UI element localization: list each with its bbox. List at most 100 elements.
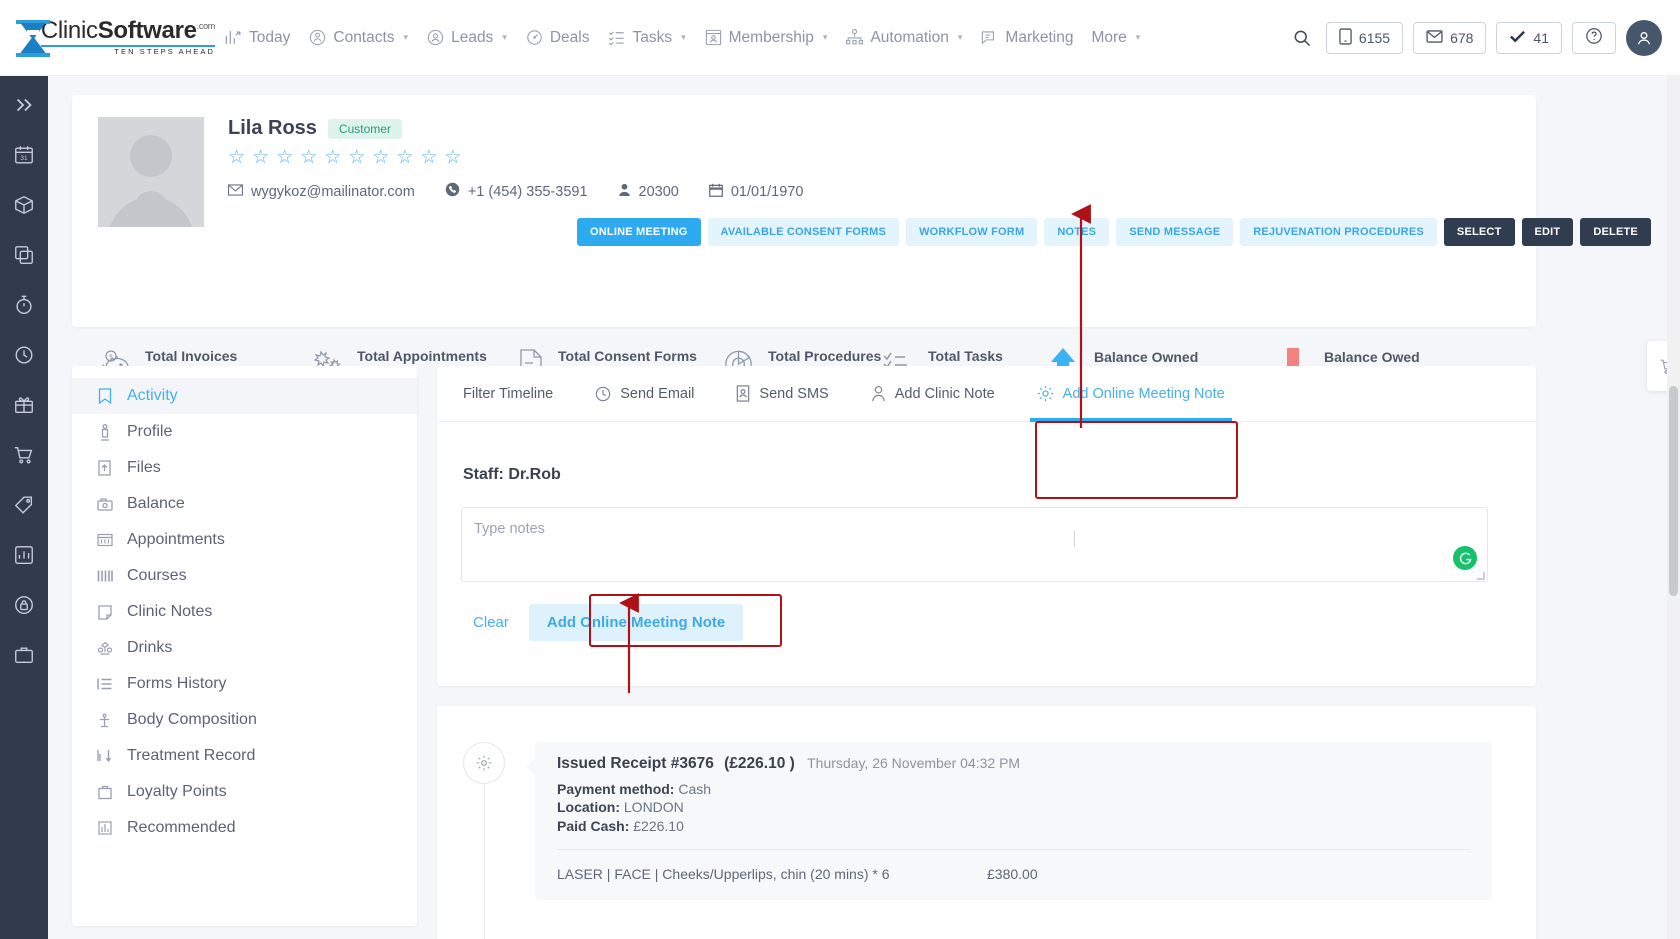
customer-email-text: wygykoz@mailinator.com <box>251 184 415 200</box>
star-icon[interactable]: ☆ <box>228 148 245 167</box>
stat-label: Total Consent Forms <box>558 348 697 364</box>
tag-icon[interactable] <box>7 488 41 522</box>
mobile-icon <box>1339 28 1352 48</box>
sidebar-label: Files <box>127 459 161 477</box>
tab-add-online-meeting-note[interactable]: Add Online Meeting Note <box>1016 366 1246 422</box>
lock-circle-icon[interactable] <box>7 588 41 622</box>
box-icon[interactable] <box>7 188 41 222</box>
rating-stars[interactable]: ☆ ☆ ☆ ☆ ☆ ☆ ☆ ☆ ☆ ☆ <box>228 148 1510 167</box>
sidebar-item-treatment-record[interactable]: Treatment Record <box>72 738 417 774</box>
workflow-form-button[interactable]: WORKFLOW FORM <box>906 218 1037 246</box>
sms-count-pill[interactable]: 6155 <box>1326 22 1403 54</box>
chart-bar-icon[interactable] <box>7 538 41 572</box>
available-consent-forms-button[interactable]: AVAILABLE CONSENT FORMS <box>708 218 900 246</box>
star-icon[interactable]: ☆ <box>396 148 413 167</box>
sidebar-item-drinks[interactable]: Drinks <box>72 630 417 666</box>
text-cursor-icon <box>1074 531 1075 547</box>
history-icon[interactable] <box>7 338 41 372</box>
notes-button[interactable]: NOTES <box>1044 218 1109 246</box>
star-icon[interactable]: ☆ <box>252 148 269 167</box>
nav-item-membership[interactable]: Membership ▾ <box>695 22 837 53</box>
customer-id-text: 20300 <box>639 184 679 200</box>
cart-icon[interactable] <box>7 438 41 472</box>
search-icon[interactable] <box>1288 24 1316 52</box>
help-button[interactable] <box>1572 22 1616 54</box>
sidebar-item-courses[interactable]: Courses <box>72 558 417 594</box>
sidebar-item-appointments[interactable]: Appointments <box>72 522 417 558</box>
nav-item-today[interactable]: Today <box>215 22 299 53</box>
scrollbar-thumb[interactable] <box>1669 386 1678 596</box>
sidebar-item-body-composition[interactable]: Body Composition <box>72 702 417 738</box>
star-icon[interactable]: ☆ <box>324 148 341 167</box>
sidebar-item-activity[interactable]: Activity <box>72 378 417 414</box>
nav-item-tasks[interactable]: Tasks ▾ <box>598 22 694 53</box>
clear-button[interactable]: Clear <box>463 606 519 639</box>
briefcase-icon[interactable] <box>7 638 41 672</box>
tab-highlight-annotation <box>1035 421 1238 499</box>
brand-name-bold: Software <box>98 17 197 44</box>
edit-button[interactable]: EDIT <box>1522 218 1574 246</box>
delete-button[interactable]: DELETE <box>1580 218 1651 246</box>
sidebar-item-loyalty-points[interactable]: Loyalty Points <box>72 774 417 810</box>
star-icon[interactable]: ☆ <box>276 148 293 167</box>
nav-label: Contacts <box>333 29 394 47</box>
nav-item-leads[interactable]: Leads ▾ <box>417 22 516 53</box>
copy-icon[interactable] <box>7 238 41 272</box>
line-item-name: LASER | FACE | Cheeks/Upperlips, chin (2… <box>557 866 987 882</box>
rejuvenation-procedures-button[interactable]: REJUVENATION PROCEDURES <box>1240 218 1437 246</box>
tab-send-sms[interactable]: Send SMS <box>715 366 849 422</box>
sidebar-label: Forms History <box>127 675 227 693</box>
email-count-pill[interactable]: 678 <box>1413 22 1486 54</box>
add-online-meeting-note-button[interactable]: Add Online Meeting Note <box>529 604 743 641</box>
online-meeting-button[interactable]: ONLINE MEETING <box>577 218 701 246</box>
nav-item-marketing[interactable]: Marketing <box>971 22 1082 53</box>
bar-chart-icon <box>96 821 113 835</box>
star-icon[interactable]: ☆ <box>348 148 365 167</box>
customer-phone[interactable]: +1 (454) 355-3591 <box>445 182 588 201</box>
sidebar-item-profile[interactable]: Profile <box>72 414 417 450</box>
sidebar-item-clinic-notes[interactable]: Clinic Notes <box>72 594 417 630</box>
receipt-line-item: LASER | FACE | Cheeks/Upperlips, chin (2… <box>557 866 1470 882</box>
nav-label: Leads <box>451 29 493 47</box>
textarea-resize-handle[interactable] <box>1477 572 1485 580</box>
person-icon <box>618 183 631 201</box>
membership-card-icon <box>704 28 723 47</box>
star-icon[interactable]: ☆ <box>444 148 461 167</box>
profile-action-buttons: ONLINE MEETING AVAILABLE CONSENT FORMS W… <box>577 218 1651 246</box>
sidebar-item-recommended[interactable]: Recommended <box>72 810 417 846</box>
star-icon[interactable]: ☆ <box>420 148 437 167</box>
stat-label: Balance Owned <box>1094 349 1198 365</box>
nav-item-contacts[interactable]: Contacts ▾ <box>299 22 417 53</box>
gift-icon[interactable] <box>7 388 41 422</box>
sidebar-label: Courses <box>127 567 187 585</box>
sidebar-item-files[interactable]: Files <box>72 450 417 486</box>
star-icon[interactable]: ☆ <box>300 148 317 167</box>
user-avatar-icon[interactable] <box>1626 20 1662 56</box>
tab-send-email[interactable]: Send Email <box>574 366 715 422</box>
tasks-count-pill[interactable]: 41 <box>1496 22 1562 54</box>
star-icon[interactable]: ☆ <box>372 148 389 167</box>
stopwatch-icon[interactable] <box>7 288 41 322</box>
calendar-31-icon[interactable]: 31 <box>7 138 41 172</box>
grammarly-icon[interactable] <box>1453 546 1477 570</box>
tab-filter-timeline[interactable]: Filter Timeline <box>463 366 574 422</box>
sidebar-label: Drinks <box>127 639 172 657</box>
sidebar-item-balance[interactable]: Balance <box>72 486 417 522</box>
nav-item-automation[interactable]: Automation ▾ <box>836 22 971 53</box>
nav-item-deals[interactable]: Deals <box>516 22 599 53</box>
nav-item-more[interactable]: More ▾ <box>1082 23 1149 53</box>
sidebar-item-forms-history[interactable]: Forms History <box>72 666 417 702</box>
chevrons-right-icon[interactable] <box>7 88 41 122</box>
customer-email[interactable]: wygykoz@mailinator.com <box>228 184 415 200</box>
sms-count: 6155 <box>1359 30 1390 46</box>
brand-logo[interactable]: ClinicSoftware.com TEN STEPS AHEAD <box>0 18 215 58</box>
select-button[interactable]: SELECT <box>1444 218 1515 246</box>
sidebar-label: Profile <box>127 423 172 441</box>
customer-type-badge: Customer <box>328 119 402 139</box>
tab-add-clinic-note[interactable]: Add Clinic Note <box>850 366 1016 422</box>
note-input[interactable]: Type notes <box>461 507 1488 582</box>
hourglass-logo-icon <box>16 18 37 58</box>
sidebar-label: Body Composition <box>127 711 257 729</box>
page-scrollbar[interactable] <box>1667 76 1680 939</box>
send-message-button[interactable]: SEND MESSAGE <box>1116 218 1233 246</box>
